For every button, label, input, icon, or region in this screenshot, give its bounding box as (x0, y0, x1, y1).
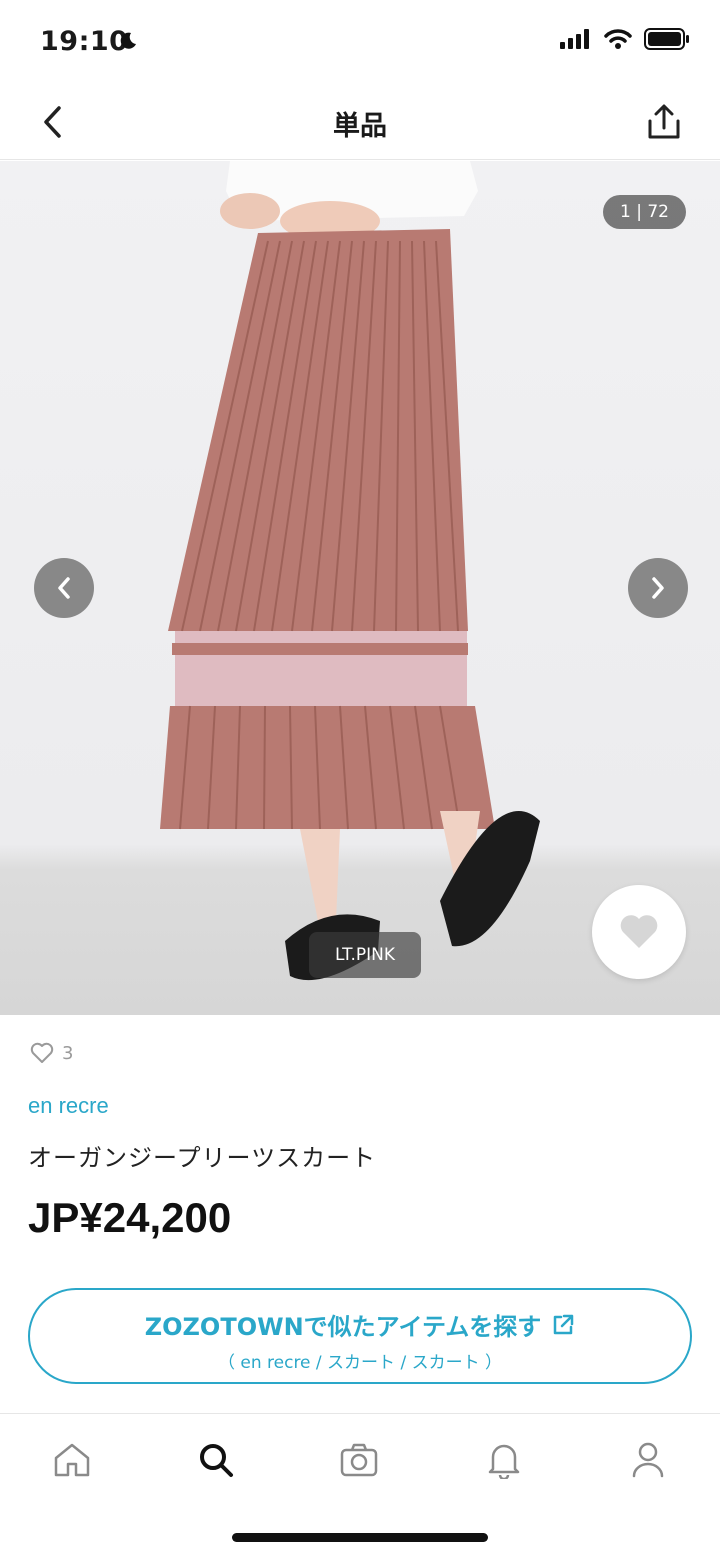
page-title: 単品 (333, 111, 387, 142)
product-image-gallery[interactable]: 1 | 72 LT.PINK (0, 161, 720, 1015)
heart-icon (620, 915, 658, 948)
search-similar-label: ZOZOTOWNで似たアイテムを探す (144, 1313, 542, 1341)
home-indicator (232, 1533, 488, 1542)
moon-icon (120, 32, 136, 49)
favorite-button[interactable] (592, 885, 686, 979)
previous-image-button[interactable] (34, 558, 94, 618)
search-similar-button[interactable]: ZOZOTOWNで似たアイテムを探す （ en recre / スカート / ス… (28, 1288, 692, 1384)
tab-home[interactable] (48, 1438, 96, 1482)
search-icon (200, 1444, 233, 1477)
signal-icon (560, 29, 589, 49)
search-similar-category: （ en recre / スカート / スカート ） (217, 1353, 502, 1373)
person-icon (632, 1442, 664, 1478)
camera-icon (340, 1443, 378, 1477)
chevron-right-icon (652, 577, 664, 599)
next-image-button[interactable] (628, 558, 688, 618)
chevron-left-icon (58, 577, 70, 599)
tab-camera[interactable] (335, 1438, 383, 1482)
image-counter: 1 | 72 (603, 195, 686, 229)
status-icons (560, 28, 690, 50)
like-count-value: 3 (62, 1042, 74, 1064)
wifi-icon (604, 29, 632, 49)
status-time: 19:10 (40, 26, 129, 57)
like-count[interactable]: 3 (30, 1042, 73, 1064)
tab-mypage[interactable] (624, 1438, 672, 1482)
heart-outline-icon (30, 1042, 54, 1063)
share-button[interactable] (642, 100, 686, 144)
color-label: LT.PINK (309, 932, 421, 978)
battery-icon (644, 28, 689, 50)
tab-notifications[interactable] (480, 1438, 528, 1482)
status-bar: 19:10 (0, 0, 720, 86)
nav-bar: 単品 (0, 86, 720, 160)
product-price: JP¥24,200 (28, 1194, 232, 1241)
home-icon (54, 1443, 90, 1477)
product-name: オーガンジープリーツスカート (28, 1144, 377, 1172)
share-icon (648, 104, 680, 139)
bell-icon (488, 1444, 520, 1479)
external-link-icon (554, 1314, 574, 1334)
tab-search[interactable] (192, 1438, 240, 1482)
product-photo (160, 161, 540, 981)
brand-link[interactable]: en recre (28, 1093, 109, 1119)
